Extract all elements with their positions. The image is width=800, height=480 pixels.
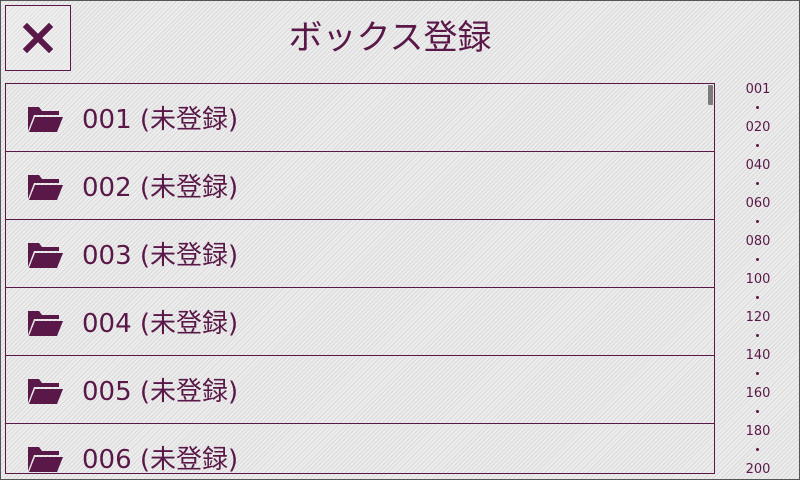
index-separator-dot	[756, 182, 759, 185]
page-title: ボックス登録	[288, 18, 492, 58]
list-item[interactable]: 005 (未登録)	[6, 356, 714, 424]
list-item-label: 002 (未登録)	[82, 173, 239, 203]
index-separator-dot	[756, 372, 759, 375]
folder-open-icon	[26, 239, 64, 269]
index-item-120[interactable]: 120	[728, 310, 788, 325]
list-item-label: 004 (未登録)	[82, 309, 239, 339]
index-item-180[interactable]: 180	[728, 424, 788, 439]
list-item[interactable]: 002 (未登録)	[6, 152, 714, 220]
index-item-020[interactable]: 020	[728, 120, 788, 135]
index-separator-dot	[756, 410, 759, 413]
index-separator-dot	[756, 258, 759, 261]
folder-open-icon	[26, 171, 64, 201]
index-item-200[interactable]: 200	[728, 462, 788, 477]
list-item[interactable]: 004 (未登録)	[6, 288, 714, 356]
index-item-060[interactable]: 060	[728, 196, 788, 211]
index-separator-dot	[756, 220, 759, 223]
folder-open-icon	[26, 307, 64, 337]
index-bar[interactable]: 001 020 040 060 080 100 120 140 160 180 …	[728, 82, 788, 478]
index-separator-dot	[756, 144, 759, 147]
list-item[interactable]: 006 (未登録)	[6, 424, 714, 474]
index-item-040[interactable]: 040	[728, 158, 788, 173]
index-separator-dot	[756, 334, 759, 337]
list-item-label: 006 (未登録)	[82, 445, 239, 474]
box-list[interactable]: 001 (未登録) 002 (未登録) 003 (未登録) 004 (未登録) …	[5, 83, 715, 474]
index-item-160[interactable]: 160	[728, 386, 788, 401]
close-button[interactable]	[5, 5, 71, 71]
index-separator-dot	[756, 296, 759, 299]
index-separator-dot	[756, 106, 759, 109]
index-item-140[interactable]: 140	[728, 348, 788, 363]
index-separator-dot	[756, 448, 759, 451]
scrollbar-thumb[interactable]	[708, 85, 713, 105]
list-item-label: 001 (未登録)	[82, 105, 239, 135]
index-item-100[interactable]: 100	[728, 272, 788, 287]
index-item-080[interactable]: 080	[728, 234, 788, 249]
folder-open-icon	[26, 103, 64, 133]
folder-open-icon	[26, 443, 64, 473]
index-item-001[interactable]: 001	[728, 82, 788, 97]
list-item[interactable]: 001 (未登録)	[6, 84, 714, 152]
folder-open-icon	[26, 375, 64, 405]
list-item-label: 005 (未登録)	[82, 377, 239, 407]
list-item-label: 003 (未登録)	[82, 241, 239, 271]
list-item[interactable]: 003 (未登録)	[6, 220, 714, 288]
close-icon	[23, 23, 53, 53]
